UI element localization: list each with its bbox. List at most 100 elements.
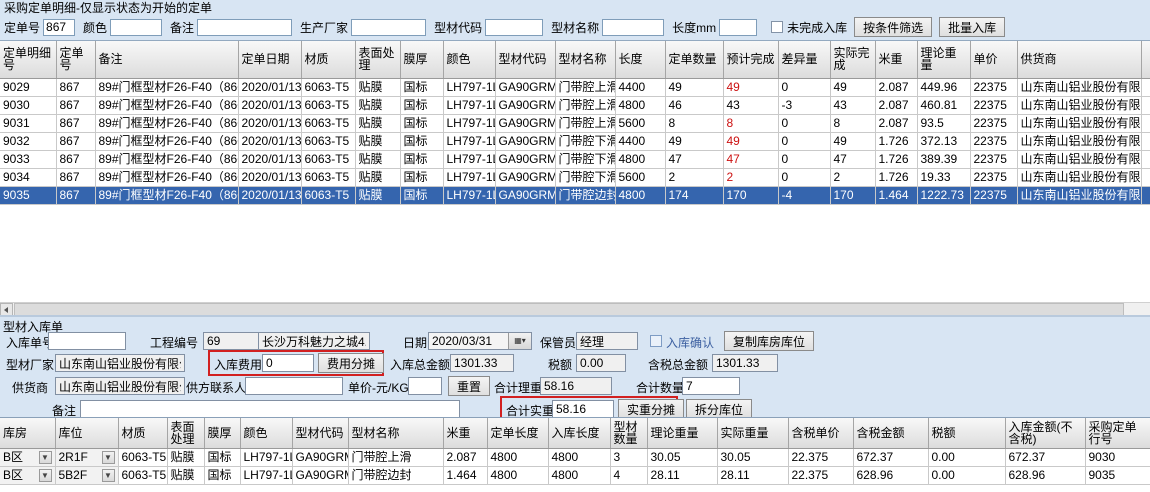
grid-cell[interactable]: 43 bbox=[830, 96, 875, 114]
grid-header-cell[interactable]: 采购定单行号 bbox=[1085, 418, 1150, 448]
grid-cell[interactable]: 0 bbox=[778, 168, 830, 186]
grid-cell[interactable]: 449.96 bbox=[917, 78, 970, 96]
grid-header-cell[interactable]: 型材名称 bbox=[555, 41, 615, 78]
grid-cell[interactable]: 9031 bbox=[0, 114, 56, 132]
grid-header-cell[interactable]: 表面处理 bbox=[167, 418, 204, 448]
grid-cell[interactable]: 6063-T5 bbox=[301, 186, 355, 204]
grid-cell[interactable]: 22375 bbox=[970, 150, 1017, 168]
grid-cell[interactable]: 49 bbox=[830, 78, 875, 96]
inbound-confirm-checkbox[interactable] bbox=[650, 335, 662, 347]
grid-cell[interactable]: 460.81 bbox=[917, 96, 970, 114]
date-picker[interactable]: 2020/03/31 ▦▾ bbox=[428, 332, 532, 350]
grid-cell[interactable]: 国标 bbox=[400, 132, 443, 150]
grid-cell[interactable]: 1.726 bbox=[875, 132, 917, 150]
grid-cell[interactable]: 4400 bbox=[615, 78, 665, 96]
grid-cell[interactable]: 9034 bbox=[0, 168, 56, 186]
grid-cell[interactable]: 49 bbox=[830, 132, 875, 150]
grid-cell[interactable]: 2020/01/13 bbox=[238, 150, 301, 168]
grid-cell[interactable]: 49 bbox=[723, 78, 778, 96]
grid-cell[interactable]: 22375 bbox=[970, 78, 1017, 96]
grid-cell[interactable]: 1.464 bbox=[443, 466, 487, 484]
grid-cell[interactable]: 贴膜 bbox=[167, 466, 204, 484]
grid-cell[interactable]: 4800 bbox=[487, 448, 548, 466]
grid-cell[interactable]: 4800 bbox=[548, 448, 610, 466]
grid-cell[interactable]: GA90GRM03 bbox=[292, 448, 348, 466]
grid-cell[interactable]: GA90GRM04 bbox=[495, 168, 555, 186]
grid-cell[interactable]: 47 bbox=[665, 150, 723, 168]
grid-cell[interactable]: 89#门框型材F26-F40（866+867） bbox=[95, 168, 238, 186]
grid-cell[interactable]: 43 bbox=[723, 96, 778, 114]
grid-cell[interactable]: 门带腔上滑 bbox=[555, 96, 615, 114]
grid-cell[interactable]: 4800 bbox=[615, 186, 665, 204]
grid-cell[interactable]: 2020/01/13 bbox=[238, 186, 301, 204]
grid-cell[interactable]: 46 bbox=[665, 96, 723, 114]
dropdown-arrow-icon[interactable]: ▼ bbox=[102, 469, 115, 482]
grid-cell[interactable]: 贴膜 bbox=[355, 78, 400, 96]
grid-cell[interactable]: 贴膜 bbox=[167, 448, 204, 466]
profile-name-input[interactable] bbox=[602, 19, 664, 36]
grid-cell[interactable]: 28.11 bbox=[647, 466, 717, 484]
grid-cell[interactable]: 2020/01/13 bbox=[238, 168, 301, 186]
grid-cell[interactable]: 国标 bbox=[400, 96, 443, 114]
grid-header-cell[interactable]: 定单长度 bbox=[487, 418, 548, 448]
grid-cell[interactable]: 山东南山铝业股份有限公司 bbox=[1017, 186, 1141, 204]
factory-field[interactable] bbox=[55, 354, 185, 372]
fee-share-button[interactable]: 费用分摊 bbox=[318, 353, 384, 373]
grid-cell[interactable]: 2.087 bbox=[443, 448, 487, 466]
grid-cell[interactable]: 国标 bbox=[400, 168, 443, 186]
filter-by-condition-button[interactable]: 按条件筛选 bbox=[854, 17, 932, 37]
grid-cell[interactable]: 22375 bbox=[970, 114, 1017, 132]
grid-cell[interactable]: LH797-1LL0 bbox=[240, 466, 292, 484]
grid-cell[interactable]: 867 bbox=[56, 150, 95, 168]
grid-cell[interactable]: GA90GRM04 bbox=[495, 150, 555, 168]
grid-cell[interactable]: 9035 bbox=[1085, 466, 1150, 484]
grid-cell[interactable]: 2020/01/13 bbox=[238, 96, 301, 114]
grid-header-cell[interactable]: 库位 bbox=[55, 418, 118, 448]
theory-weight-field[interactable] bbox=[540, 377, 612, 395]
grid-cell[interactable]: 贴膜 bbox=[355, 168, 400, 186]
grid-cell[interactable]: 贴膜 bbox=[355, 150, 400, 168]
grid-cell[interactable]: 4 bbox=[610, 466, 647, 484]
contact-field[interactable] bbox=[245, 377, 343, 395]
grid-cell[interactable]: 89#门框型材F26-F40（866+867） bbox=[95, 114, 238, 132]
grid-header-cell[interactable]: 型材数量 bbox=[610, 418, 647, 448]
grid-cell[interactable]: 22.375 bbox=[788, 466, 853, 484]
manufacturer-input[interactable] bbox=[351, 19, 426, 36]
grid-cell[interactable]: 1.726 bbox=[875, 150, 917, 168]
grid-cell[interactable]: 1.464 bbox=[875, 186, 917, 204]
grid-cell[interactable]: 867 bbox=[56, 168, 95, 186]
grid-cell[interactable]: 3 bbox=[610, 448, 647, 466]
grid-cell[interactable]: 372.13 bbox=[917, 132, 970, 150]
grid-header-cell[interactable]: 税额 bbox=[928, 418, 1005, 448]
grid-cell[interactable]: 山东南山铝业股份有限公司 bbox=[1017, 132, 1141, 150]
grid-cell[interactable]: 174 bbox=[665, 186, 723, 204]
grid-cell[interactable]: 国标 bbox=[400, 114, 443, 132]
grid-cell[interactable]: -3 bbox=[778, 96, 830, 114]
unit-price-field[interactable] bbox=[408, 377, 442, 395]
table-row[interactable]: 903386789#门框型材F26-F40（866+867）2020/01/13… bbox=[0, 150, 1150, 168]
grid-cell[interactable]: 8 bbox=[723, 114, 778, 132]
inbound-no-field[interactable] bbox=[48, 332, 126, 350]
grid-cell[interactable]: 山东南山铝业股份有限公司 bbox=[1017, 168, 1141, 186]
grid-cell[interactable]: LH797-1LL0 bbox=[443, 114, 495, 132]
split-location-button[interactable]: 拆分库位 bbox=[686, 399, 752, 419]
grid-header-cell[interactable]: 定单明细号 bbox=[0, 41, 56, 78]
grid-cell[interactable]: 672.37 bbox=[853, 448, 928, 466]
grid-cell[interactable]: 0.00 bbox=[928, 466, 1005, 484]
grid-cell[interactable]: 628.96 bbox=[853, 466, 928, 484]
grid-cell[interactable]: 867 bbox=[56, 96, 95, 114]
grid-header-cell[interactable]: 型材名称 bbox=[348, 418, 443, 448]
grid-cell[interactable]: LH797-1LL0 bbox=[443, 150, 495, 168]
actual-share-button[interactable]: 实重分摊 bbox=[618, 399, 684, 419]
remark-field[interactable] bbox=[80, 400, 460, 418]
grid-cell[interactable]: 山东南山铝业股份有限公司 bbox=[1017, 114, 1141, 132]
grid-cell[interactable]: 4800 bbox=[615, 96, 665, 114]
grid-cell[interactable]: GA90GRM05 bbox=[495, 186, 555, 204]
grid-cell[interactable]: 门带腔边封 bbox=[348, 466, 443, 484]
actual-weight-field[interactable] bbox=[552, 400, 614, 418]
dropdown-arrow-icon[interactable]: ▼ bbox=[39, 451, 52, 464]
grid-header-cell[interactable]: 米重 bbox=[875, 41, 917, 78]
grid-cell[interactable]: 22.375 bbox=[788, 448, 853, 466]
grid-cell[interactable]: 22375 bbox=[970, 96, 1017, 114]
grid-cell[interactable]: 867 bbox=[56, 132, 95, 150]
